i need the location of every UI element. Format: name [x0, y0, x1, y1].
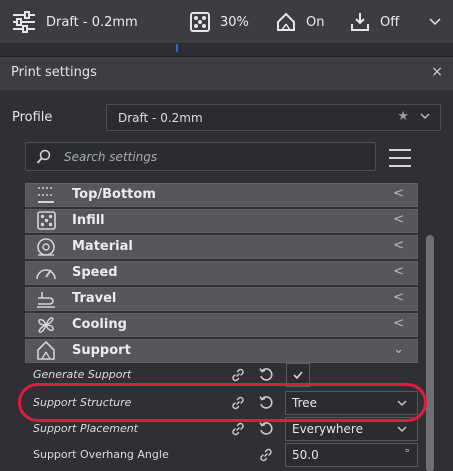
chevron-down-icon [397, 400, 407, 406]
category-label: Travel [72, 291, 117, 306]
link-icon[interactable] [230, 395, 246, 411]
reset-icon[interactable] [258, 367, 274, 383]
close-icon[interactable]: × [431, 64, 443, 80]
link-icon[interactable] [230, 367, 246, 383]
category-label: Material [72, 239, 133, 254]
infill-icon [190, 12, 210, 32]
print-settings-panel: Print settings × Profile Draft - 0.2mm ★… [0, 56, 453, 471]
chevron-left-icon: < [393, 316, 404, 331]
toolbar-profile-label: Draft - 0.2mm [46, 14, 138, 30]
panel-header: Print settings × [0, 57, 453, 90]
chevron-down-icon [429, 18, 441, 26]
category-label: Infill [72, 213, 105, 228]
category-material[interactable]: Material < [25, 235, 418, 259]
top-toolbar: Draft - 0.2mm 30% On Off [0, 0, 453, 44]
dropdown-value: Everywhere [292, 422, 363, 436]
category-speed[interactable]: Speed < [25, 261, 418, 285]
category-label: Cooling [72, 317, 127, 332]
chevron-left-icon: < [393, 290, 404, 305]
setting-support-overhang-angle: Support Overhang Angle 50.0 ° [0, 443, 420, 467]
settings-menu-icon[interactable] [389, 149, 411, 167]
infill-icon [37, 211, 56, 230]
setting-label: Support Structure [33, 396, 132, 409]
travel-icon [37, 292, 55, 308]
active-indicator [176, 44, 178, 52]
chevron-down-icon: ⌄ [393, 342, 404, 357]
settings-scrollbar[interactable] [426, 235, 434, 471]
link-icon[interactable] [258, 447, 274, 463]
setting-label: Support Placement [33, 422, 138, 435]
setting-support-structure: Support Structure Tree [0, 391, 420, 415]
toolbar-support-value: On [306, 14, 325, 30]
support-quick-setting[interactable]: On [276, 10, 324, 34]
check-icon [293, 371, 303, 380]
material-icon [37, 238, 55, 256]
sliders-icon [13, 11, 35, 33]
category-travel[interactable]: Travel < [25, 287, 418, 311]
category-infill[interactable]: Infill < [25, 209, 418, 233]
input-value: 50.0 [292, 448, 319, 462]
chevron-left-icon: < [393, 186, 404, 201]
support-placement-dropdown[interactable]: Everywhere [285, 417, 418, 441]
category-support[interactable]: Support ⌄ [25, 339, 418, 363]
category-list: Top/Bottom < Infill < Material < Speed <… [25, 183, 418, 365]
reset-icon[interactable] [258, 421, 274, 437]
top-bottom-icon [38, 187, 54, 203]
adhesion-icon [351, 13, 369, 31]
chevron-down-icon [397, 426, 407, 432]
adhesion-quick-setting[interactable]: Off [350, 10, 399, 34]
setting-support-placement: Support Placement Everywhere [0, 417, 420, 441]
search-icon [36, 149, 51, 164]
speed-icon [36, 269, 56, 280]
dropdown-value: Tree [292, 396, 318, 410]
toolbar-adhesion-value: Off [380, 14, 400, 30]
reset-icon[interactable] [258, 395, 274, 411]
print-profile-selector[interactable]: Draft - 0.2mm [12, 10, 138, 34]
category-label: Top/Bottom [72, 187, 156, 202]
profile-label: Profile [12, 110, 53, 125]
toolbar-underline [0, 44, 453, 56]
support-icon [37, 341, 55, 360]
star-icon[interactable]: ★ [397, 109, 409, 124]
support-icon [277, 12, 295, 31]
chevron-left-icon: < [393, 212, 404, 227]
generate-support-checkbox[interactable] [286, 363, 310, 387]
overhang-angle-input[interactable]: 50.0 ° [285, 443, 418, 467]
toolbar-infill-value: 30% [220, 14, 249, 30]
link-icon[interactable] [230, 421, 246, 437]
profile-dropdown-value: Draft - 0.2mm [118, 111, 203, 125]
chevron-left-icon: < [393, 238, 404, 253]
cooling-icon [38, 317, 54, 333]
chevron-left-icon: < [393, 264, 404, 279]
profile-dropdown[interactable]: Draft - 0.2mm ★ [106, 104, 441, 131]
chevron-down-icon [420, 113, 430, 119]
setting-label: Support Overhang Angle [33, 448, 169, 461]
category-cooling[interactable]: Cooling < [25, 313, 418, 337]
panel-title: Print settings [11, 65, 97, 80]
infill-quick-setting[interactable]: 30% [190, 10, 249, 34]
search-input[interactable] [64, 147, 364, 167]
category-label: Support [72, 343, 131, 358]
setting-generate-support: Generate Support [0, 363, 420, 387]
search-settings-box[interactable] [25, 142, 376, 171]
setting-label: Generate Support [33, 368, 132, 381]
toolbar-expand-chevron[interactable] [429, 10, 441, 34]
unit-label: ° [404, 447, 411, 460]
support-structure-dropdown[interactable]: Tree [285, 391, 418, 415]
category-top-bottom[interactable]: Top/Bottom < [25, 183, 418, 207]
category-label: Speed [72, 265, 118, 280]
